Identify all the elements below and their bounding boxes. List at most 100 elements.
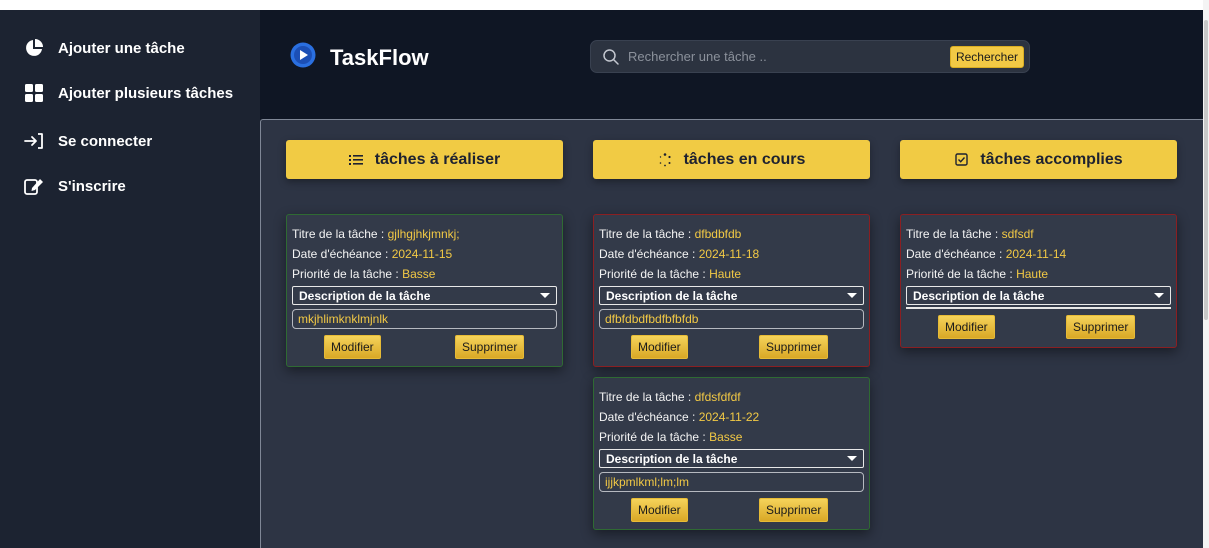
task-priority-label: Priorité de la tâche : <box>906 267 1017 281</box>
task-card: Titre de la tâche : dfdsfdfdf Date d'éch… <box>593 377 870 530</box>
app-name: TaskFlow <box>330 44 429 70</box>
column-title: tâches accomplies <box>980 150 1123 168</box>
card-actions: Modifier Supprimer <box>599 498 864 524</box>
search-button[interactable]: Rechercher <box>949 45 1024 68</box>
caret-down-icon <box>540 293 550 298</box>
description-toggle[interactable]: Description de la tâche <box>599 449 864 468</box>
task-priority-row: Priorité de la tâche : Haute <box>599 264 864 284</box>
sidebar: Ajouter une tâche Ajouter plusieurs tâch… <box>0 10 260 548</box>
edit-button[interactable]: Modifier <box>324 335 381 359</box>
task-date-value: 2024-11-22 <box>698 410 760 424</box>
scrollbar-thumb[interactable] <box>1204 20 1208 320</box>
task-priority-label: Priorité de la tâche : <box>599 267 710 281</box>
app-logo[interactable]: TaskFlow <box>290 42 429 73</box>
sidebar-item-label: S'inscrire <box>58 177 126 195</box>
task-date-label: Date d'échéance : <box>906 247 1006 261</box>
column-title: tâches en cours <box>683 150 806 168</box>
task-priority-value: Basse <box>709 430 743 444</box>
task-priority-value: Basse <box>402 267 436 281</box>
edit-button[interactable]: Modifier <box>938 315 995 339</box>
edit-icon <box>22 174 46 198</box>
description-toggle[interactable]: Description de la tâche <box>599 286 864 305</box>
task-title-value: sdfsdf <box>1001 227 1034 241</box>
description-toggle[interactable]: Description de la tâche <box>292 286 557 305</box>
sidebar-item-login[interactable]: Se connecter <box>22 129 152 153</box>
task-card: Titre de la tâche : sdfsdf Date d'échéan… <box>900 214 1177 348</box>
caret-down-icon <box>1154 293 1164 298</box>
task-priority-row: Priorité de la tâche : Basse <box>599 427 864 447</box>
delete-button[interactable]: Supprimer <box>759 498 829 522</box>
task-card: Titre de la tâche : gjlhgjhkjmnkj; Date … <box>286 214 563 367</box>
task-title-value: gjlhgjhkjmnkj; <box>387 227 460 241</box>
top-header: TaskFlow Rechercher <box>260 10 1203 118</box>
task-date-row: Date d'échéance : 2024-11-14 <box>906 244 1171 264</box>
task-title-row: Titre de la tâche : gjlhgjhkjmnkj; <box>292 224 557 244</box>
task-title-row: Titre de la tâche : sdfsdf <box>906 224 1171 244</box>
list-icon <box>348 153 363 167</box>
sidebar-item-add-task[interactable]: Ajouter une tâche <box>22 36 185 60</box>
task-description-text: dfbfdbdfbdfbfbfdb <box>599 309 864 329</box>
card-actions: Modifier Supprimer <box>906 315 1171 341</box>
task-date-label: Date d'échéance : <box>599 410 699 424</box>
sidebar-item-label: Se connecter <box>58 132 153 150</box>
column-header-done: tâches accomplies <box>900 140 1177 179</box>
page-scrollbar[interactable] <box>1203 0 1209 548</box>
task-priority-value: Haute <box>1016 267 1049 281</box>
description-toggle-label: Description de la tâche <box>913 288 1045 303</box>
sidebar-item-label: Ajouter plusieurs tâches <box>58 84 234 102</box>
task-date-value: 2024-11-14 <box>1005 247 1067 261</box>
task-description-text: mkjhlimknklmjnlk <box>292 309 557 329</box>
task-priority-label: Priorité de la tâche : <box>599 430 710 444</box>
task-title-row: Titre de la tâche : dfbdbfdb <box>599 224 864 244</box>
edit-button[interactable]: Modifier <box>631 498 688 522</box>
task-title-value: dfdsfdfdf <box>694 390 741 404</box>
task-date-value: 2024-11-18 <box>698 247 760 261</box>
caret-down-icon <box>847 456 857 461</box>
task-title-label: Titre de la tâche : <box>599 390 695 404</box>
search-icon <box>602 48 620 66</box>
task-date-label: Date d'échéance : <box>292 247 392 261</box>
task-priority-row: Priorité de la tâche : Basse <box>292 264 557 284</box>
delete-button[interactable]: Supprimer <box>759 335 829 359</box>
task-description-empty <box>906 307 1171 309</box>
task-date-row: Date d'échéance : 2024-11-22 <box>599 407 864 427</box>
search-input[interactable] <box>628 49 950 64</box>
column-header-in-progress: tâches en cours <box>593 140 870 179</box>
task-title-row: Titre de la tâche : dfdsfdfdf <box>599 387 864 407</box>
card-actions: Modifier Supprimer <box>599 335 864 361</box>
task-title-label: Titre de la tâche : <box>906 227 1002 241</box>
sidebar-item-add-multiple-tasks[interactable]: Ajouter plusieurs tâches <box>22 81 233 105</box>
task-title-value: dfbdbfdb <box>694 227 742 241</box>
taskflow-logo-icon <box>290 42 316 73</box>
search-bar: Rechercher <box>590 40 1030 73</box>
caret-down-icon <box>847 293 857 298</box>
checkbox-icon <box>954 153 968 167</box>
task-priority-value: Haute <box>709 267 742 281</box>
task-date-row: Date d'échéance : 2024-11-15 <box>292 244 557 264</box>
task-description-text: ijjkpmlkml;lm;lm <box>599 472 864 492</box>
task-card: Titre de la tâche : dfbdbfdb Date d'éché… <box>593 214 870 367</box>
task-date-label: Date d'échéance : <box>599 247 699 261</box>
sidebar-item-label: Ajouter une tâche <box>58 39 185 57</box>
sidebar-item-register[interactable]: S'inscrire <box>22 174 126 198</box>
delete-button[interactable]: Supprimer <box>455 335 525 359</box>
description-toggle-label: Description de la tâche <box>606 451 738 466</box>
pie-chart-icon <box>22 36 46 60</box>
app-window: Ajouter une tâche Ajouter plusieurs tâch… <box>0 10 1203 548</box>
delete-button[interactable]: Supprimer <box>1066 315 1136 339</box>
card-actions: Modifier Supprimer <box>292 335 557 361</box>
task-date-value: 2024-11-15 <box>391 247 453 261</box>
task-title-label: Titre de la tâche : <box>599 227 695 241</box>
description-toggle-label: Description de la tâche <box>299 288 431 303</box>
login-icon <box>22 129 46 153</box>
grid-icon <box>22 81 46 105</box>
task-priority-row: Priorité de la tâche : Haute <box>906 264 1171 284</box>
task-priority-label: Priorité de la tâche : <box>292 267 403 281</box>
task-date-row: Date d'échéance : 2024-11-18 <box>599 244 864 264</box>
description-toggle[interactable]: Description de la tâche <box>906 286 1171 305</box>
column-header-todo: tâches à réaliser <box>286 140 563 179</box>
column-title: tâches à réaliser <box>374 150 501 168</box>
edit-button[interactable]: Modifier <box>631 335 688 359</box>
spinner-icon <box>658 152 672 167</box>
description-toggle-label: Description de la tâche <box>606 288 738 303</box>
